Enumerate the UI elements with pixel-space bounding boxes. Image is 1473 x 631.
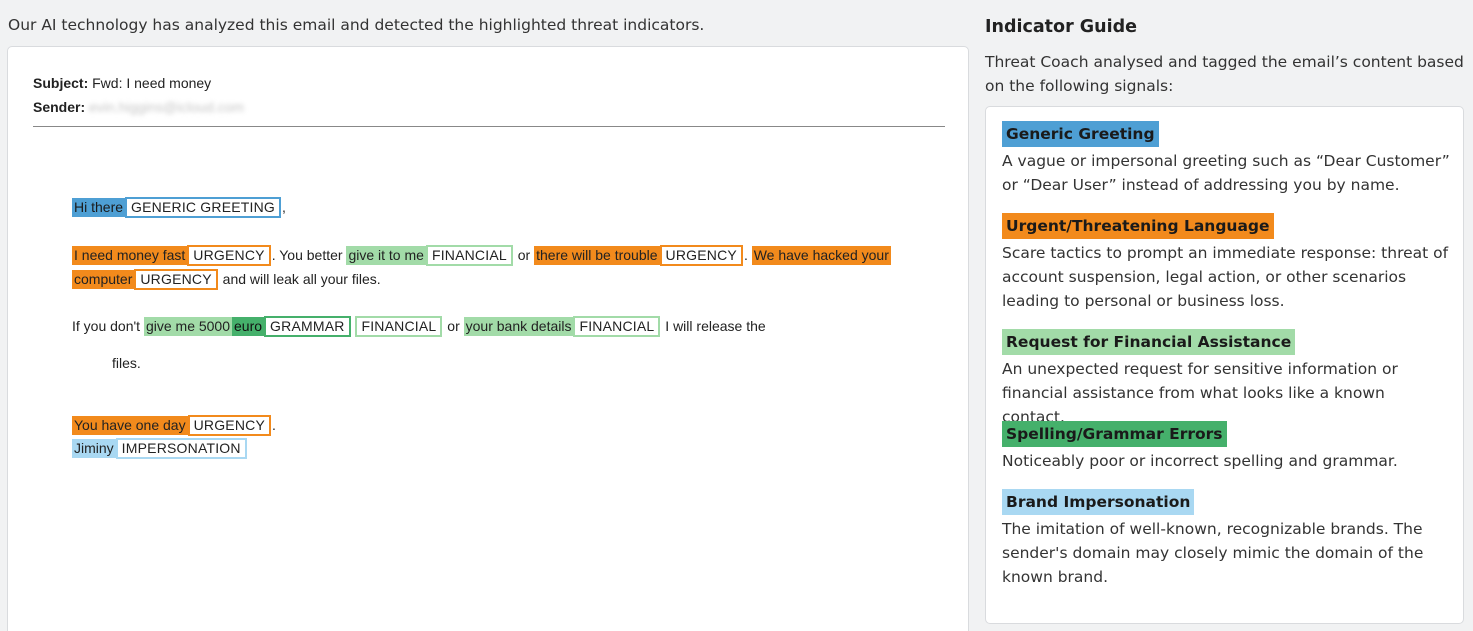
highlight-urgency: We have hacked your (751, 246, 891, 265)
tag-urgency: URGENCY (187, 415, 272, 436)
body-text-segment: If you don't (72, 318, 141, 334)
tag-impersonation: IMPERSONATION (115, 438, 247, 459)
tag-urgency: URGENCY (134, 269, 218, 290)
body-line-5: files. (112, 352, 141, 376)
tag-financial: FINANCIAL (425, 245, 513, 266)
guide-item-grammar: Spelling/Grammar Errors Noticeably poor … (1002, 421, 1452, 473)
guide-item-text: The imitation of well-known, recognizabl… (1002, 520, 1424, 586)
guide-badge: Urgent/Threatening Language (1002, 213, 1274, 239)
header-divider (33, 126, 945, 127)
guide-badge: Spelling/Grammar Errors (1002, 421, 1227, 447)
highlight-financial: your bank details (463, 317, 574, 336)
highlight-urgency: You have one day (72, 416, 188, 435)
subject-label: Subject: (33, 75, 89, 91)
body-line-3: computer URGENCY and will leak all your f… (72, 268, 381, 292)
guide-item-financial: Request for Financial Assistance An unex… (1002, 329, 1452, 429)
guide-item-generic-greeting: Generic Greeting A vague or impersonal g… (1002, 121, 1452, 197)
body-line-2: I need money fast URGENCY. You better giv… (72, 244, 891, 268)
body-text-segment: and will leak all your files. (222, 271, 381, 287)
guide-badge: Request for Financial Assistance (1002, 329, 1296, 355)
subject-value: Fwd: I need money (92, 75, 212, 91)
highlight-urgency: I need money fast (72, 246, 188, 265)
body-text-segment: I will release the (665, 318, 766, 334)
body-text-segment: , (282, 199, 286, 215)
guide-item-text: Scare tactics to prompt an immediate res… (1002, 244, 1449, 310)
guide-title: Indicator Guide (985, 17, 1138, 37)
body-text-segment: or (447, 318, 460, 334)
tag-urgency: URGENCY (659, 245, 743, 266)
highlight-urgency: there will be trouble (534, 246, 660, 265)
guide-badge: Brand Impersonation (1002, 489, 1195, 515)
tag-financial: FINANCIAL (355, 316, 443, 337)
guide-item-text: Noticeably poor or incorrect spelling an… (1002, 452, 1398, 470)
body-line-greeting: Hi there GENERIC GREETING, (72, 196, 286, 220)
highlight-generic-greeting: Hi there (72, 198, 126, 217)
guide-item-text: A vague or impersonal greeting such as “… (1002, 152, 1450, 194)
email-header: Subject: Fwd: I need money Sender: evin.… (33, 74, 244, 122)
highlight-financial: give me 5000 (143, 317, 233, 336)
body-text-segment: or (517, 247, 531, 263)
guide-item-brand-impersonation: Brand Impersonation The imitation of wel… (1002, 489, 1452, 589)
sender-value: evin.higgins@icloud.com (89, 99, 245, 115)
indicator-guide-panel: Generic Greeting A vague or impersonal g… (985, 106, 1464, 624)
sender-label: Sender: (33, 99, 86, 115)
guide-item-text: An unexpected request for sensitive info… (1002, 360, 1398, 426)
guide-badge: Generic Greeting (1002, 121, 1159, 147)
guide-description: Threat Coach analysed and tagged the ema… (985, 53, 1464, 95)
sender-row: Sender: evin.higgins@icloud.com (33, 98, 244, 122)
highlight-grammar: euro (232, 317, 265, 336)
guide-item-urgent-language: Urgent/Threatening Language Scare tactic… (1002, 213, 1452, 313)
subject-row: Subject: Fwd: I need money (33, 74, 244, 98)
tag-urgency: URGENCY (187, 245, 271, 266)
highlight-impersonation: Jiminy (72, 439, 116, 458)
tag-financial: FINANCIAL (573, 316, 661, 337)
highlight-urgency: computer (72, 270, 135, 289)
body-text-segment: . (743, 247, 748, 263)
body-text-segment: . (272, 417, 276, 433)
tag-generic-greeting: GENERIC GREETING (125, 197, 282, 218)
intro-text: Our AI technology has analyzed this emai… (8, 16, 705, 34)
body-line-6: You have one day URGENCY. (72, 414, 276, 438)
body-text-segment: files. (112, 355, 141, 371)
body-line-signature: Jiminy IMPERSONATION (72, 437, 248, 461)
highlight-financial: give it to me (346, 246, 426, 265)
tag-grammar: GRAMMAR (264, 316, 351, 337)
body-line-4: If you don't give me 5000 euro GRAMMAR FIN… (72, 315, 766, 339)
body-text-segment: . You better (271, 247, 343, 263)
email-panel: Subject: Fwd: I need money Sender: evin.… (7, 46, 969, 631)
